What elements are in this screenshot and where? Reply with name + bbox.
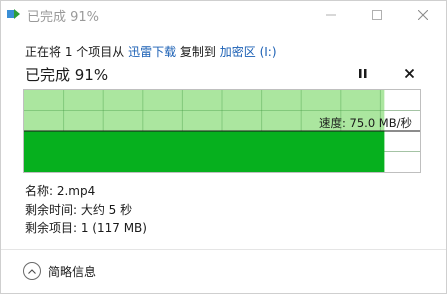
graph-canvas xyxy=(24,90,420,172)
minimize-button[interactable] xyxy=(314,1,348,29)
copy-description: 正在将 1 个项目从 迅雷下载 复制到 加密区 (I:) xyxy=(25,43,277,60)
fewer-details-toggle[interactable]: 简略信息 xyxy=(23,262,96,280)
copy-progress-window: 已完成 91% 正在将 1 个项目从 迅雷下载 复制到 加密区 (I:) 已完成… xyxy=(0,0,447,294)
source-folder-link[interactable]: 迅雷下载 xyxy=(128,45,176,59)
cancel-button[interactable] xyxy=(399,63,419,83)
items-remaining: 剩余项目: 1 (117 MB) xyxy=(25,221,147,235)
pause-button[interactable] xyxy=(353,63,373,83)
copy-prefix: 正在将 1 个项目从 xyxy=(25,45,129,59)
maximize-icon xyxy=(372,10,382,20)
footer: 简略信息 xyxy=(1,249,446,293)
title-bar[interactable]: 已完成 91% xyxy=(1,1,446,29)
pause-icon xyxy=(359,68,367,78)
time-remaining: 剩余时间: 大约 5 秒 xyxy=(25,202,133,217)
copy-middle: 复制到 xyxy=(176,45,220,59)
maximize-button[interactable] xyxy=(360,1,394,29)
transfer-details: 名称: 2.mp4 剩余时间: 大约 5 秒 剩余项目: 1 (117 MB) xyxy=(25,182,147,238)
minimize-icon xyxy=(326,14,336,16)
copy-icon xyxy=(7,9,20,19)
window-title: 已完成 91% xyxy=(27,10,100,25)
close-icon xyxy=(418,10,428,20)
fewer-details-label: 简略信息 xyxy=(48,264,97,279)
throughput-area xyxy=(24,131,385,172)
cancel-icon xyxy=(404,68,414,78)
speed-label: 速度: 75.0 MB/秒 xyxy=(319,116,412,130)
chevron-up-icon xyxy=(23,262,41,280)
file-name: 名称: 2.mp4 xyxy=(25,184,96,198)
transfer-speed-graph: 速度: 75.0 MB/秒 xyxy=(23,89,421,173)
close-button[interactable] xyxy=(406,1,440,29)
progress-header: 已完成 91% xyxy=(25,66,109,84)
destination-folder-link[interactable]: 加密区 (I:) xyxy=(220,45,277,59)
